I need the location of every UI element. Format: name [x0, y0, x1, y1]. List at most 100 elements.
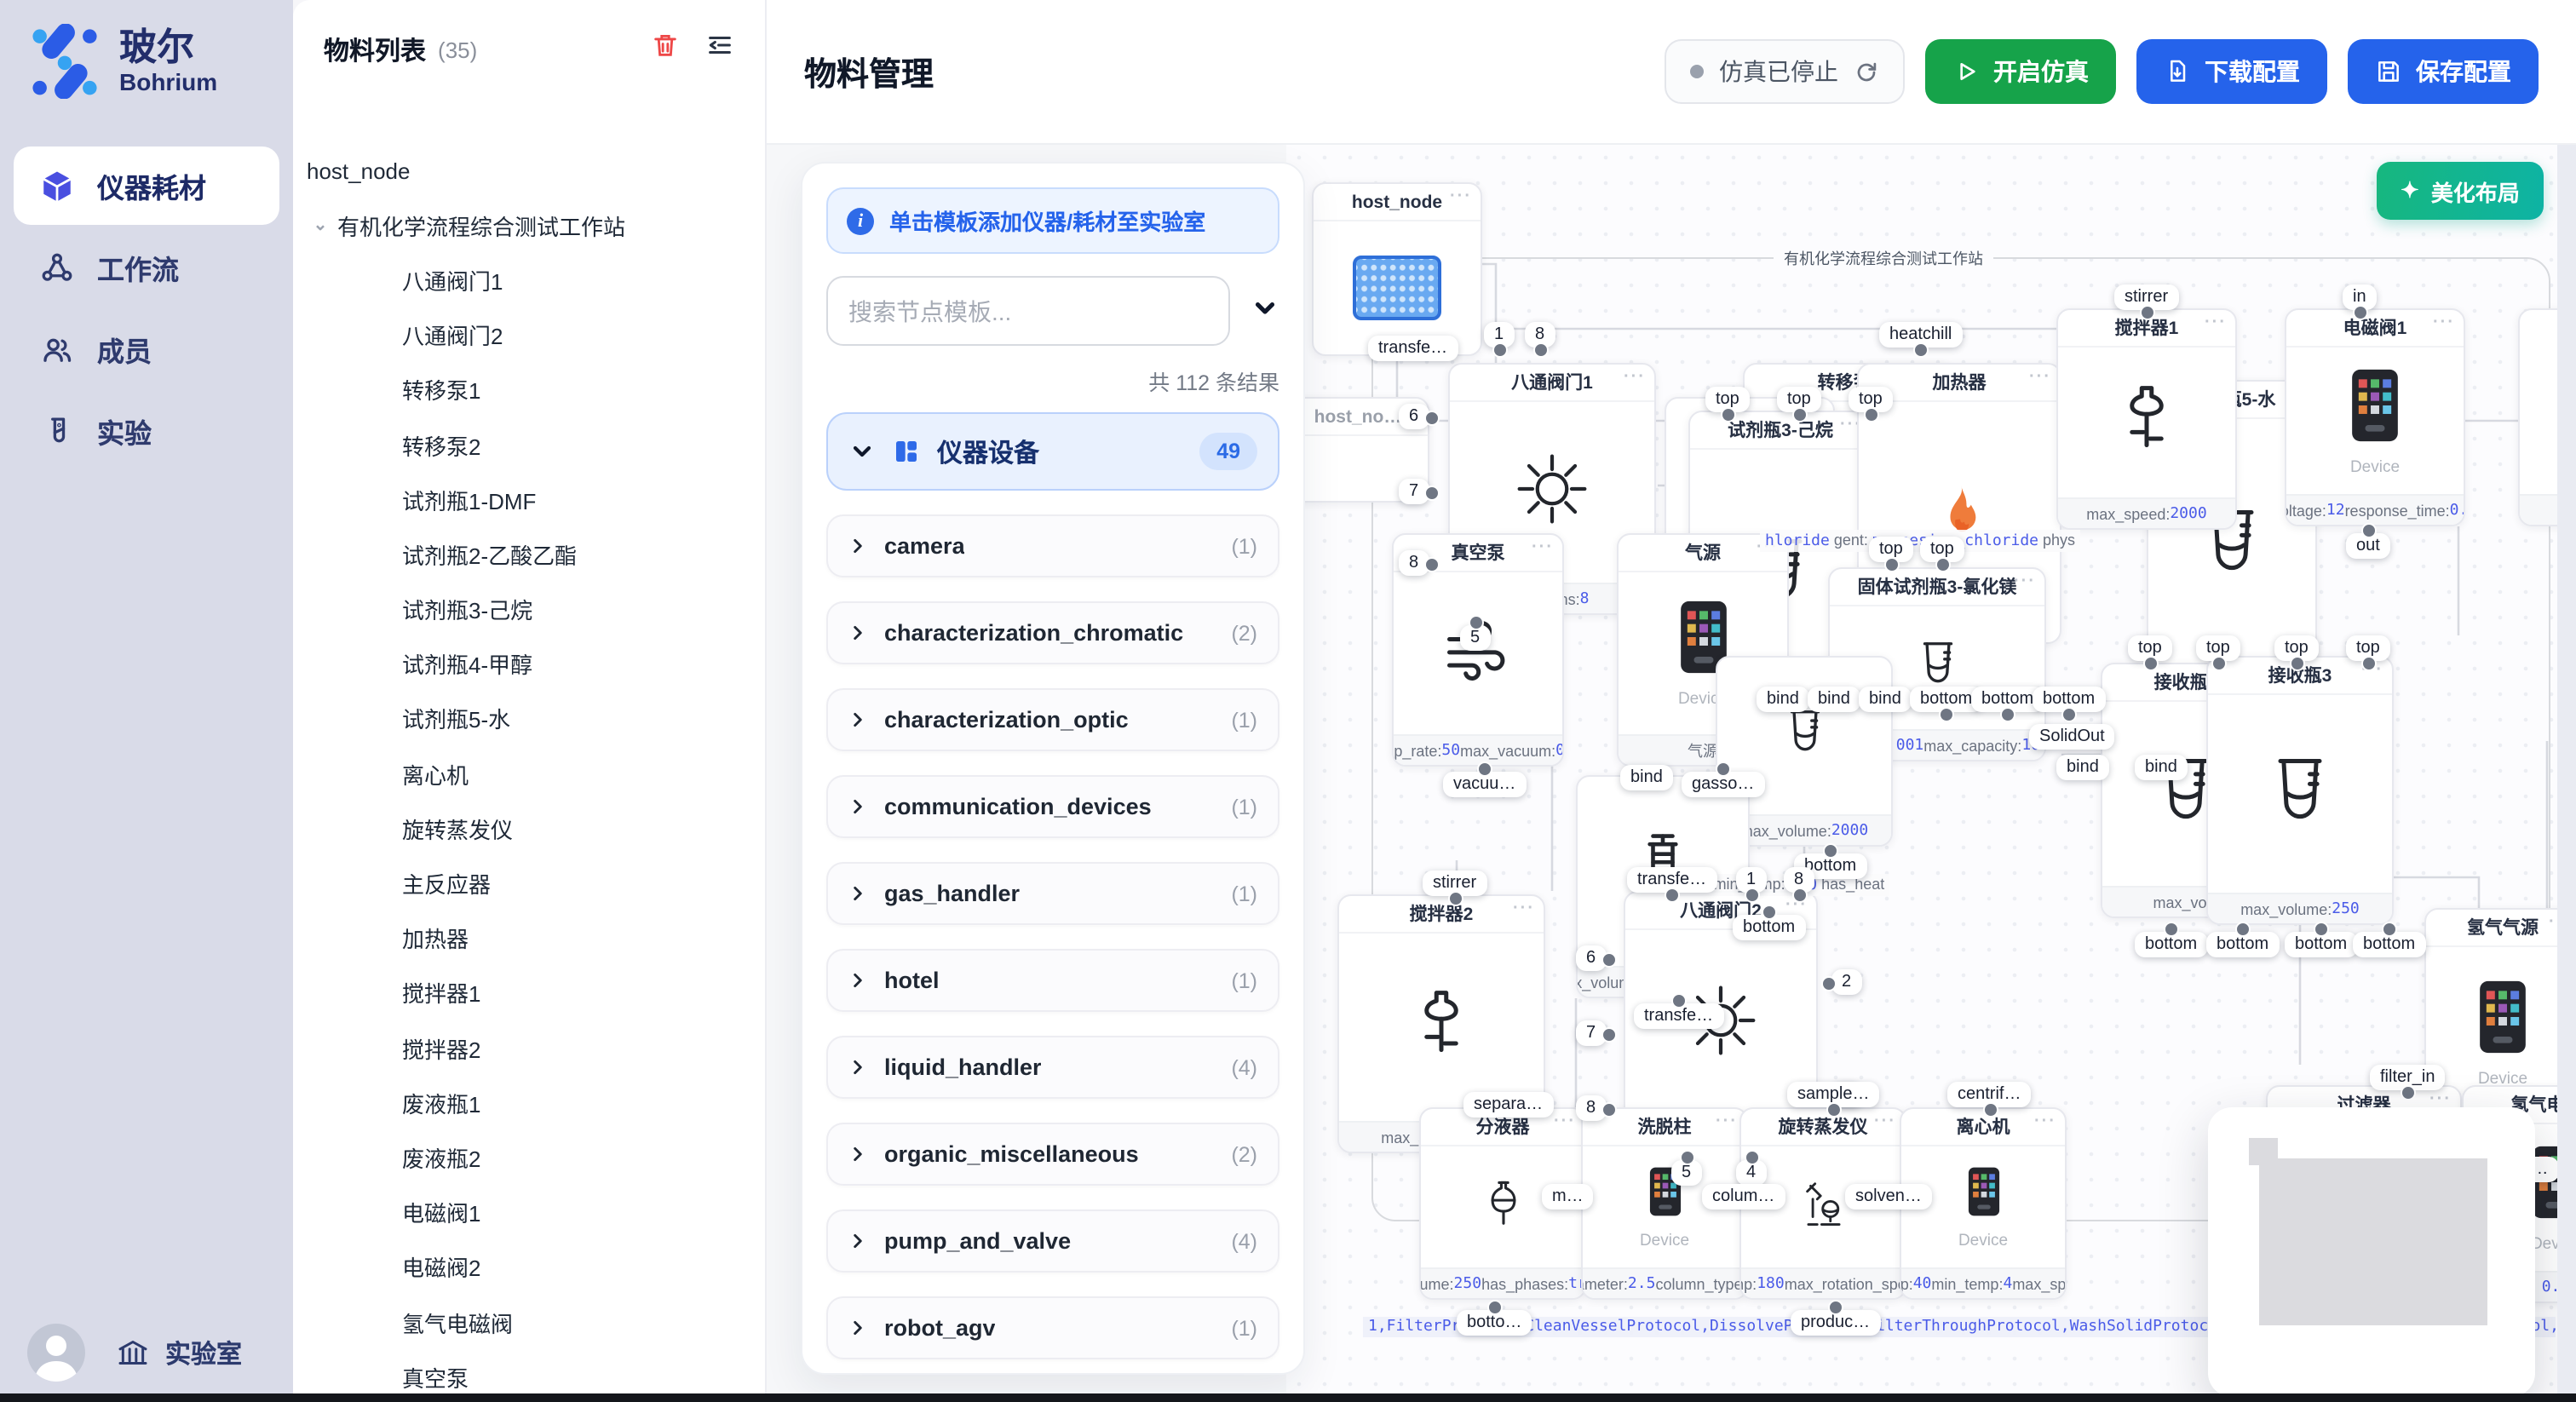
tree-item[interactable]: 加热器 — [303, 911, 755, 965]
flow-node-接收瓶3[interactable]: 接收瓶3···max_volume: 250 — [2206, 656, 2394, 925]
port-pill-7[interactable]: 7 — [1399, 479, 1429, 504]
port-pill-top[interactable]: top — [2274, 635, 2319, 661]
port-pill-transfe…[interactable]: transfe… — [1634, 1003, 1723, 1029]
tree-item[interactable]: ⌄ 有机化学流程综合测试工作站 — [303, 198, 755, 252]
port-pill-produc…[interactable]: produc… — [1791, 1310, 1880, 1336]
port-pill-top[interactable]: top — [2128, 635, 2172, 661]
port-pill-centrif…[interactable]: centrif… — [1947, 1082, 2031, 1107]
port-pill-separa…[interactable]: separa… — [1463, 1092, 1553, 1118]
tree-item[interactable]: 电磁阀2 — [303, 1240, 755, 1295]
port-pill-2[interactable]: 2 — [1831, 969, 1861, 995]
tree-item[interactable]: 转移泵2 — [303, 417, 755, 472]
port-pill-6[interactable]: 6 — [1576, 945, 1606, 971]
template-category-row[interactable]: hotel (1) — [826, 949, 1279, 1012]
port-pill-solven…[interactable]: solven… — [1845, 1184, 1932, 1210]
port-pill-top[interactable]: top — [1705, 387, 1750, 412]
template-category-row[interactable]: robot_agv (1) — [826, 1296, 1279, 1359]
port-pill-bind[interactable]: bind — [1859, 687, 1912, 712]
port-pill-filter_in[interactable]: filter_in — [2370, 1065, 2446, 1090]
template-category-row[interactable]: pump_and_valve (4) — [826, 1210, 1279, 1273]
port-pill-bind[interactable]: bind — [1620, 765, 1673, 790]
lab-link[interactable]: 实验室 — [116, 1335, 242, 1370]
port-pill-bind[interactable]: bind — [1808, 687, 1860, 712]
port-pill-7[interactable]: 7 — [1576, 1020, 1606, 1046]
port-pill-sample…[interactable]: sample… — [1787, 1082, 1880, 1107]
template-category-row[interactable]: organic_miscellaneous (2) — [826, 1123, 1279, 1186]
flow-canvas[interactable]: 有机化学流程综合测试工作站 1,FilterProtocol,CleanVess… — [1286, 145, 2557, 1402]
node-menu-icon[interactable]: ··· — [2014, 572, 2036, 591]
delete-all-icon[interactable] — [651, 31, 680, 68]
flow-node-电磁阀1[interactable]: 电磁阀1···Devicevoltage: 12 response_time: … — [2285, 308, 2465, 526]
node-menu-icon[interactable]: ··· — [1513, 899, 1535, 918]
port-pill-bottom[interactable]: bottom — [2206, 932, 2279, 957]
tree-item[interactable]: 电磁阀1 — [303, 1185, 755, 1239]
tree-item[interactable]: 试剂瓶1-DMF — [303, 472, 755, 526]
port-pill-bind[interactable]: bind — [1757, 687, 1809, 712]
template-category-row[interactable]: camera (1) — [826, 514, 1279, 577]
port-pill-botto…[interactable]: botto… — [1457, 1310, 1532, 1336]
port-pill-bind[interactable]: bind — [2135, 755, 2188, 780]
chevron-down-icon[interactable]: ⌄ — [303, 216, 337, 235]
tree-item[interactable]: 废液瓶2 — [303, 1130, 755, 1185]
port-pill-bottom[interactable]: bottom — [2285, 932, 2357, 957]
port-pill-m…[interactable]: m… — [1542, 1184, 1594, 1210]
port-pill-8[interactable]: 8 — [1784, 867, 1814, 893]
search-input[interactable] — [826, 276, 1230, 346]
start-simulation-button[interactable]: 开启仿真 — [1925, 39, 2116, 104]
port-pill-bottom[interactable]: bottom — [2033, 687, 2105, 712]
collapse-chevron-icon[interactable] — [1251, 292, 1279, 330]
port-pill-4[interactable]: 4 — [1736, 1160, 1766, 1186]
tree-item[interactable]: 试剂瓶4-甲醇 — [303, 636, 755, 691]
template-category-row[interactable]: liquid_handler (4) — [826, 1036, 1279, 1099]
tree-item[interactable]: 搅拌器2 — [303, 1020, 755, 1075]
port-pill-6[interactable]: 6 — [1399, 404, 1429, 429]
port-pill-transfe…[interactable]: transfe… — [1368, 336, 1458, 361]
tree-item[interactable]: 八通阀门2 — [303, 307, 755, 362]
port-pill-SolidOut[interactable]: SolidOut — [2029, 724, 2115, 750]
port-pill-1[interactable]: 1 — [1484, 322, 1514, 348]
node-menu-icon[interactable]: ··· — [2034, 1112, 2056, 1131]
port-pill-bottom[interactable]: bottom — [2135, 932, 2207, 957]
tree-item[interactable]: 主反应器 — [303, 856, 755, 911]
tree-item[interactable]: host_node — [303, 143, 755, 198]
sidebar-item-仪器耗材[interactable]: 仪器耗材 — [14, 147, 279, 225]
port-pill-bottom[interactable]: bottom — [1733, 915, 1805, 940]
port-pill-bottom[interactable]: bottom — [2353, 932, 2425, 957]
tree-item[interactable]: 废液瓶1 — [303, 1075, 755, 1129]
template-category-row[interactable]: characterization_optic (1) — [826, 688, 1279, 751]
port-pill-transfe…[interactable]: transfe… — [1627, 867, 1716, 893]
port-pill-1[interactable]: 1 — [1736, 867, 1766, 893]
beautify-layout-button[interactable]: ✦ 美化布局 — [2377, 162, 2544, 220]
tree-item[interactable]: 氢气电磁阀 — [303, 1295, 755, 1349]
node-menu-icon[interactable]: ··· — [1532, 538, 1554, 557]
node-menu-icon[interactable]: ··· — [2433, 313, 2455, 332]
tree-item[interactable]: 旋转蒸发仪 — [303, 802, 755, 856]
node-menu-icon[interactable]: ··· — [1624, 368, 1646, 387]
port-pill-top[interactable]: top — [1869, 537, 1913, 562]
sidebar-item-成员[interactable]: 成员 — [14, 310, 279, 388]
tree-item[interactable]: 搅拌器1 — [303, 966, 755, 1020]
flow-node[interactable]: voltage: 12 — [2518, 308, 2557, 526]
tree-item[interactable]: 试剂瓶5-水 — [303, 692, 755, 746]
tree-item[interactable]: 离心机 — [303, 746, 755, 801]
port-pill-out[interactable]: out — [2346, 533, 2390, 559]
port-pill-bind[interactable]: bind — [2056, 755, 2109, 780]
flow-node-host_node[interactable]: host_node··· — [1312, 182, 1482, 356]
menu-fold-icon[interactable] — [705, 31, 734, 68]
port-pill-heatchill[interactable]: heatchill — [1879, 322, 1962, 348]
node-menu-icon[interactable]: ··· — [1450, 187, 1472, 206]
flow-node-搅拌器1[interactable]: 搅拌器1···max_speed: 2000 — [2056, 308, 2237, 530]
port-pill-colum…[interactable]: colum… — [1702, 1184, 1785, 1210]
scrollbar-track[interactable] — [2557, 145, 2576, 1402]
node-menu-icon[interactable]: ··· — [1874, 1112, 1896, 1131]
port-pill-in[interactable]: in — [2343, 284, 2377, 310]
port-pill-top[interactable]: top — [1777, 387, 1821, 412]
sidebar-item-实验[interactable]: 实验 — [14, 392, 279, 470]
template-category-row[interactable]: characterization_chromatic (2) — [826, 601, 1279, 664]
node-menu-icon[interactable]: ··· — [2205, 313, 2227, 332]
avatar[interactable] — [27, 1324, 85, 1382]
node-menu-icon[interactable]: ··· — [2029, 368, 2051, 387]
template-category-row[interactable]: communication_devices (1) — [826, 775, 1279, 838]
port-pill-8[interactable]: 8 — [1399, 550, 1429, 576]
node-menu-icon[interactable]: ··· — [1554, 1112, 1576, 1131]
